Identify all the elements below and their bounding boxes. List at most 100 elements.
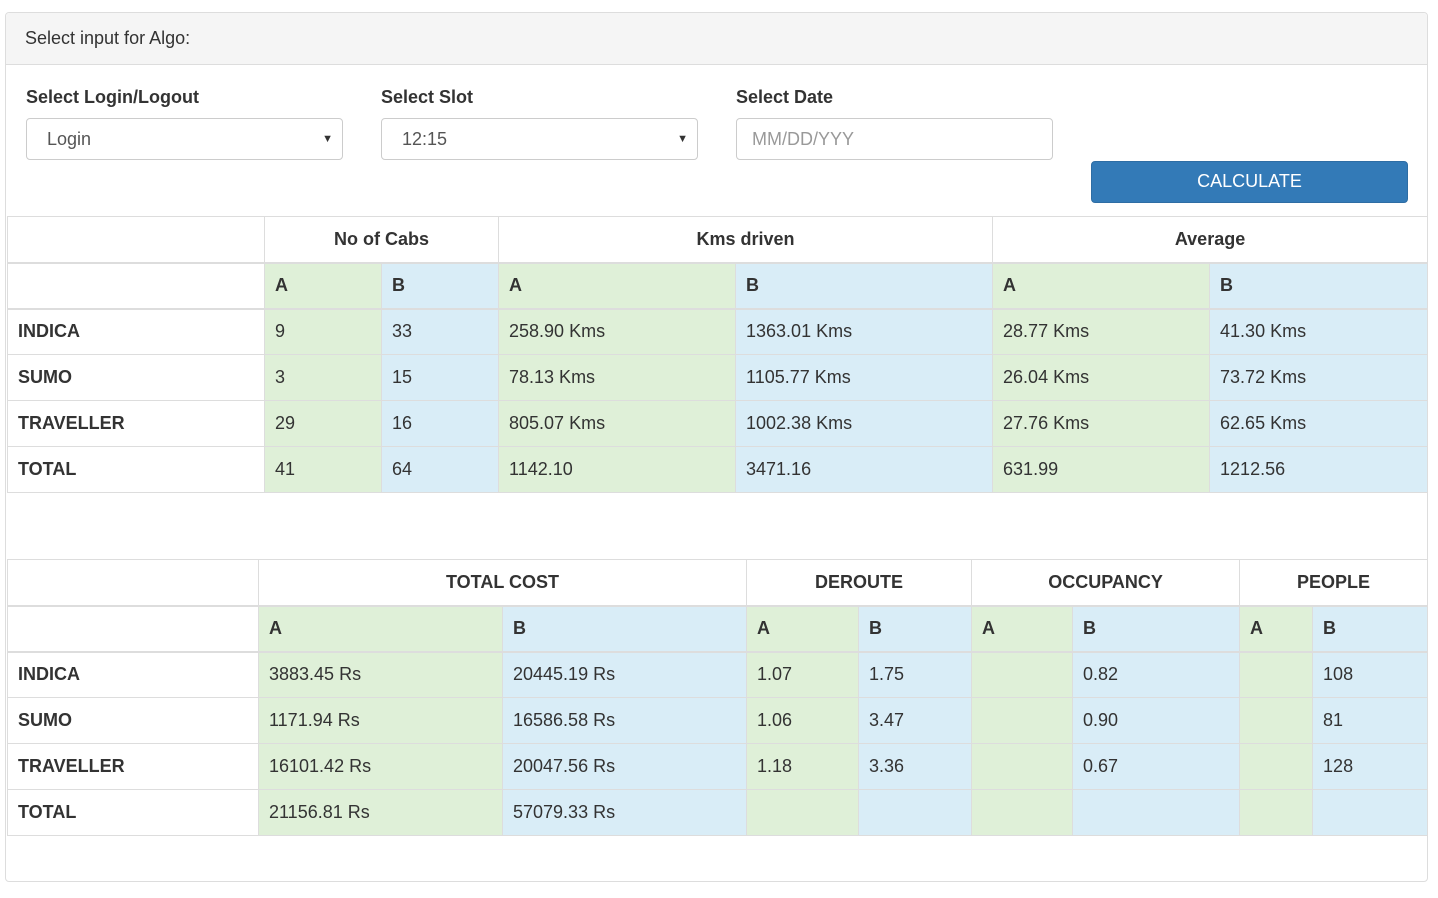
calculate-button[interactable]: CALCULATE: [1091, 161, 1408, 203]
table-cell: 16586.58 Rs: [501, 697, 748, 744]
table-row: SUMO 1171.94 Rs 16586.58 Rs 1.06 3.47 0.…: [7, 697, 1429, 744]
table-cell: 81: [1312, 697, 1429, 744]
group-header: OCCUPANCY: [971, 559, 1241, 607]
corner-cell: [7, 605, 259, 653]
date-field: Select Date MM/DD/YYY: [736, 87, 1053, 160]
corner-cell: [7, 216, 265, 264]
table-cell: 1002.38 Kms: [735, 400, 994, 447]
group-header: DEROUTE: [746, 559, 973, 607]
sub-header-a: A: [992, 262, 1211, 310]
table-cell: 805.07 Kms: [498, 400, 737, 447]
sub-header-b: B: [380, 262, 500, 310]
table-cell: [858, 789, 973, 836]
login-label: Select Login/Logout: [26, 87, 199, 107]
table-cell: 0.90: [1072, 697, 1241, 744]
group-header: Average: [992, 216, 1429, 264]
panel-heading: Select input for Algo:: [6, 13, 1427, 65]
row-label: INDICA: [7, 308, 265, 355]
date-label: Select Date: [736, 87, 834, 107]
sub-header-b: B: [735, 262, 994, 310]
slot-select-value: 12:15: [402, 129, 448, 149]
sub-header-a: A: [258, 605, 503, 653]
table-cell: 28.77 Kms: [992, 308, 1211, 355]
table-cell: 3: [264, 354, 382, 401]
table-cell: [1239, 743, 1314, 790]
row-label: TOTAL: [7, 446, 265, 493]
sub-header-a: A: [746, 605, 860, 653]
sub-header-b: B: [858, 605, 973, 653]
table-cell: 3.36: [858, 743, 973, 790]
table-cell: [971, 789, 1074, 836]
table-cell: 9: [264, 308, 382, 355]
table-sub-header: A B A B A B: [7, 262, 1429, 310]
sub-header-b: B: [501, 605, 748, 653]
login-select-value: Login: [47, 129, 92, 149]
table-cell: 3883.45 Rs: [258, 651, 503, 698]
group-header: Kms driven: [498, 216, 994, 264]
table-cell: 15: [380, 354, 500, 401]
table-row: TOTAL 21156.81 Rs 57079.33 Rs: [7, 789, 1429, 836]
algo-panel: Select input for Algo: Select Login/Logo…: [5, 12, 1429, 882]
slot-label: Select Slot: [381, 87, 474, 107]
sub-header-b: B: [1072, 605, 1241, 653]
table-cell: 29: [264, 400, 382, 447]
table-group-header: No of Cabs Kms driven Average: [7, 216, 1429, 264]
cabs-kms-table: No of Cabs Kms driven Average A B A B A …: [7, 216, 1429, 493]
table-cell: 128: [1312, 743, 1429, 790]
table-cell: 0.67: [1072, 743, 1241, 790]
table-row: TOTAL 41 64 1142.10 3471.16 631.99 1212.…: [7, 446, 1429, 493]
date-input[interactable]: MM/DD/YYY: [736, 118, 1053, 160]
table-cell: 258.90 Kms: [498, 308, 737, 355]
corner-cell: [7, 262, 265, 310]
row-label: INDICA: [7, 651, 259, 698]
table-row: TRAVELLER 29 16 805.07 Kms 1002.38 Kms 2…: [7, 400, 1429, 447]
table-cell: 20445.19 Rs: [501, 651, 748, 698]
table-cell: [1072, 789, 1241, 836]
table-cell: 1.75: [858, 651, 973, 698]
table-cell: 33: [380, 308, 500, 355]
table-cell: 3.47: [858, 697, 973, 744]
login-select[interactable]: Login ▼: [26, 118, 343, 160]
caret-down-icon: ▼: [322, 133, 333, 145]
table-row: SUMO 3 15 78.13 Kms 1105.77 Kms 26.04 Km…: [7, 354, 1429, 401]
cost-occupancy-table: TOTAL COST DEROUTE OCCUPANCY PEOPLE A B …: [7, 559, 1429, 836]
row-label: TOTAL: [7, 789, 259, 836]
group-header: TOTAL COST: [257, 559, 748, 607]
slot-select[interactable]: 12:15 ▼: [381, 118, 698, 160]
sub-header-a: A: [498, 262, 737, 310]
table-cell: 1.07: [746, 651, 860, 698]
table-row: TRAVELLER 16101.42 Rs 20047.56 Rs 1.18 3…: [7, 743, 1429, 790]
table-cell: [971, 697, 1074, 744]
table-cell: [746, 789, 860, 836]
table-cell: [1239, 789, 1314, 836]
sub-header-a: A: [971, 605, 1074, 653]
table-cell: 62.65 Kms: [1209, 400, 1429, 447]
sub-header-a: A: [1239, 605, 1314, 653]
table-cell: 41.30 Kms: [1209, 308, 1429, 355]
table-cell: 16: [380, 400, 500, 447]
table-cell: 20047.56 Rs: [501, 743, 748, 790]
table-row: INDICA 3883.45 Rs 20445.19 Rs 1.07 1.75 …: [7, 651, 1429, 698]
corner-cell: [7, 559, 259, 607]
table-cell: 1363.01 Kms: [735, 308, 994, 355]
caret-down-icon: ▼: [677, 133, 688, 145]
table-cell: 1212.56: [1209, 446, 1429, 493]
table-cell: 64: [380, 446, 500, 493]
table-row: INDICA 9 33 258.90 Kms 1363.01 Kms 28.77…: [7, 308, 1429, 355]
row-label: TRAVELLER: [7, 743, 259, 790]
sub-header-b: B: [1312, 605, 1429, 653]
sub-header-a: A: [264, 262, 382, 310]
table-cell: 41: [264, 446, 382, 493]
row-label: SUMO: [7, 354, 265, 401]
table-group-header: TOTAL COST DEROUTE OCCUPANCY PEOPLE: [7, 559, 1429, 607]
table-cell: 73.72 Kms: [1209, 354, 1429, 401]
group-header: PEOPLE: [1239, 559, 1429, 607]
table-cell: 108: [1312, 651, 1429, 698]
date-placeholder: MM/DD/YYY: [752, 129, 855, 149]
table-cell: [1239, 697, 1314, 744]
table-sub-header: A B A B A B A B: [7, 605, 1429, 653]
group-header: No of Cabs: [263, 216, 500, 264]
table-cell: 78.13 Kms: [498, 354, 737, 401]
table-cell: [1312, 789, 1429, 836]
table-cell: [971, 651, 1074, 698]
